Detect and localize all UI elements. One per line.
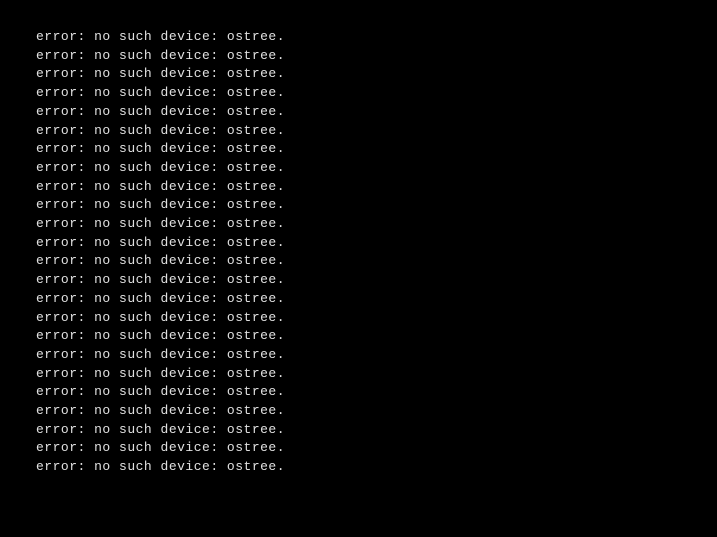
terminal-line: error: no such device: ostree. <box>36 402 717 421</box>
terminal-line: error: no such device: ostree. <box>36 346 717 365</box>
terminal-line: error: no such device: ostree. <box>36 47 717 66</box>
terminal-line: error: no such device: ostree. <box>36 383 717 402</box>
terminal-line: error: no such device: ostree. <box>36 439 717 458</box>
terminal-line: error: no such device: ostree. <box>36 215 717 234</box>
terminal-line: error: no such device: ostree. <box>36 122 717 141</box>
terminal-line: error: no such device: ostree. <box>36 28 717 47</box>
terminal-line: error: no such device: ostree. <box>36 159 717 178</box>
terminal-line: error: no such device: ostree. <box>36 271 717 290</box>
terminal-line: error: no such device: ostree. <box>36 290 717 309</box>
terminal-line: error: no such device: ostree. <box>36 103 717 122</box>
terminal-line: error: no such device: ostree. <box>36 458 717 477</box>
terminal-output: error: no such device: ostree.error: no … <box>36 28 717 477</box>
terminal-line: error: no such device: ostree. <box>36 309 717 328</box>
terminal-line: error: no such device: ostree. <box>36 327 717 346</box>
terminal-line: error: no such device: ostree. <box>36 178 717 197</box>
terminal-line: error: no such device: ostree. <box>36 365 717 384</box>
terminal-line: error: no such device: ostree. <box>36 65 717 84</box>
terminal-line: error: no such device: ostree. <box>36 196 717 215</box>
terminal-line: error: no such device: ostree. <box>36 84 717 103</box>
terminal-line: error: no such device: ostree. <box>36 234 717 253</box>
terminal-line: error: no such device: ostree. <box>36 421 717 440</box>
terminal-line: error: no such device: ostree. <box>36 252 717 271</box>
terminal-line: error: no such device: ostree. <box>36 140 717 159</box>
